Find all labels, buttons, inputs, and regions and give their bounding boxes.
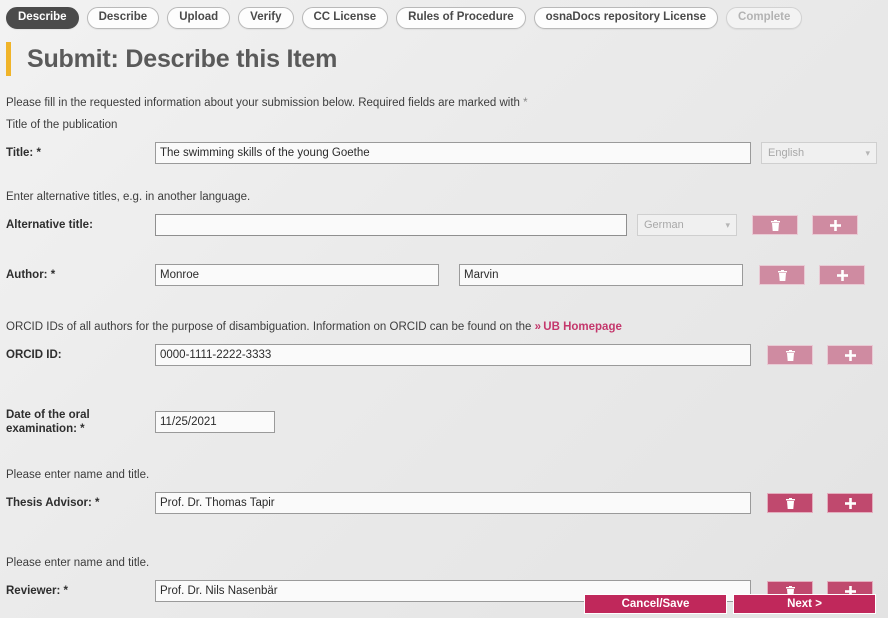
form-intro-text: Please fill in the requested information… bbox=[6, 97, 520, 109]
advisor-hint: Please enter name and title. bbox=[0, 468, 888, 483]
oral-exam-row: Date of the oral examination: * bbox=[0, 408, 888, 436]
alt-title-input[interactable] bbox=[155, 214, 627, 236]
tab-rules-of-procedure[interactable]: Rules of Procedure bbox=[396, 7, 525, 29]
advisor-add-button[interactable] bbox=[827, 493, 873, 513]
progress-tabbar: Describe Describe Upload Verify CC Licen… bbox=[6, 7, 802, 29]
tab-describe-active[interactable]: Describe bbox=[6, 7, 79, 29]
double-chevron-icon: » bbox=[535, 321, 540, 333]
advisor-remove-button[interactable] bbox=[767, 493, 813, 513]
title-section-hint: Title of the publication bbox=[0, 118, 888, 133]
author-firstname-input[interactable] bbox=[459, 264, 743, 286]
orcid-row: ORCID ID: bbox=[0, 342, 888, 368]
author-lastname-input[interactable] bbox=[155, 264, 439, 286]
trash-icon bbox=[771, 220, 780, 231]
alt-title-hint: Enter alternative titles, e.g. in anothe… bbox=[0, 190, 888, 205]
heading-accent-bar bbox=[6, 42, 11, 76]
tab-verify[interactable]: Verify bbox=[238, 7, 293, 29]
plus-icon bbox=[845, 350, 856, 361]
alt-title-remove-button bbox=[752, 215, 798, 235]
orcid-hint: ORCID IDs of all authors for the purpose… bbox=[0, 320, 888, 335]
title-language-select: English ▾ bbox=[761, 142, 877, 164]
alt-title-language-select: German ▾ bbox=[637, 214, 737, 236]
describe-form: Please fill in the requested information… bbox=[0, 96, 888, 604]
orcid-label: ORCID ID: bbox=[6, 348, 155, 362]
alt-title-language-value: German bbox=[644, 219, 684, 231]
required-marker: * bbox=[523, 97, 527, 109]
author-row: Author: * bbox=[0, 262, 888, 288]
tab-osnadocs-repository-license[interactable]: osnaDocs repository License bbox=[534, 7, 718, 29]
page-title: Submit: Describe this Item bbox=[27, 45, 337, 74]
chevron-down-icon: ▾ bbox=[865, 148, 870, 159]
author-remove-button bbox=[759, 265, 805, 285]
title-language-value: English bbox=[768, 147, 804, 159]
trash-icon bbox=[786, 498, 795, 509]
tab-upload[interactable]: Upload bbox=[167, 7, 230, 29]
tab-cc-license[interactable]: CC License bbox=[302, 7, 389, 29]
alt-title-label: Alternative title: bbox=[6, 218, 155, 232]
title-row: Title: * English ▾ bbox=[0, 140, 888, 166]
cancel-save-button[interactable]: Cancel/Save bbox=[584, 594, 727, 614]
advisor-row: Thesis Advisor: * bbox=[0, 490, 888, 516]
oral-exam-date-input[interactable] bbox=[155, 411, 275, 433]
plus-icon bbox=[837, 270, 848, 281]
oral-exam-label-line1: Date of the oral bbox=[6, 409, 90, 421]
advisor-input[interactable] bbox=[155, 492, 751, 514]
oral-exam-label-line2: examination: * bbox=[6, 423, 85, 435]
next-button[interactable]: Next > bbox=[733, 594, 876, 614]
orcid-remove-button bbox=[767, 345, 813, 365]
trash-icon bbox=[778, 270, 787, 281]
title-input[interactable] bbox=[155, 142, 751, 164]
chevron-down-icon: ▾ bbox=[725, 220, 730, 231]
orcid-hint-text: ORCID IDs of all authors for the purpose… bbox=[6, 321, 531, 333]
author-add-button bbox=[819, 265, 865, 285]
reviewer-hint: Please enter name and title. bbox=[0, 556, 888, 571]
page-heading: Submit: Describe this Item bbox=[6, 40, 337, 78]
submission-page: Describe Describe Upload Verify CC Licen… bbox=[0, 0, 888, 618]
oral-exam-label: Date of the oral examination: * bbox=[6, 408, 155, 436]
orcid-input[interactable] bbox=[155, 344, 751, 366]
ub-homepage-link[interactable]: UB Homepage bbox=[543, 321, 622, 333]
plus-icon bbox=[845, 498, 856, 509]
tab-describe[interactable]: Describe bbox=[87, 7, 160, 29]
orcid-add-button bbox=[827, 345, 873, 365]
alt-title-add-button bbox=[812, 215, 858, 235]
author-label: Author: * bbox=[6, 268, 155, 282]
tab-complete: Complete bbox=[726, 7, 802, 29]
alt-title-row: Alternative title: German ▾ bbox=[0, 212, 888, 238]
title-label: Title: * bbox=[6, 146, 155, 160]
form-intro: Please fill in the requested information… bbox=[0, 96, 888, 111]
plus-icon bbox=[830, 220, 841, 231]
form-actions: Cancel/Save Next > bbox=[0, 594, 888, 614]
advisor-label: Thesis Advisor: * bbox=[6, 496, 155, 510]
trash-icon bbox=[786, 350, 795, 361]
